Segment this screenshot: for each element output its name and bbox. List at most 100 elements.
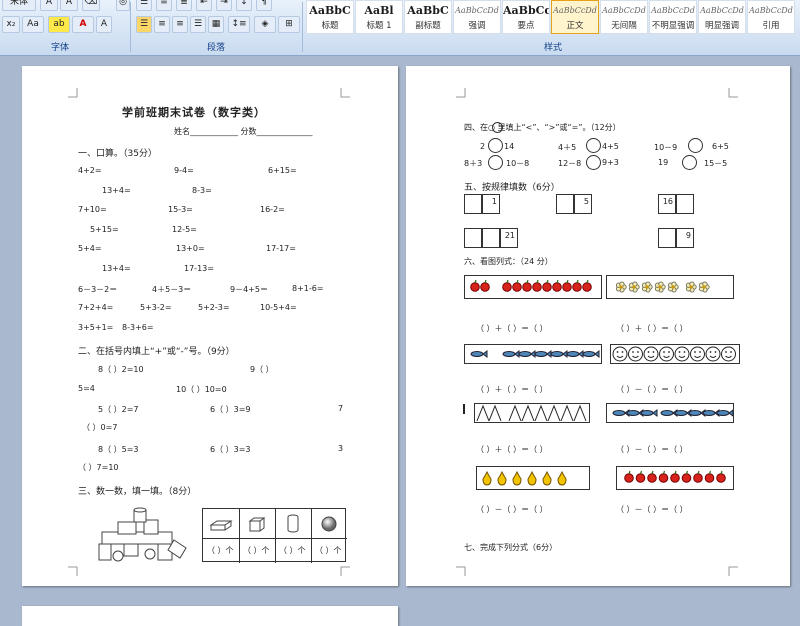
circle-glyph-icon [492, 122, 503, 133]
page-1[interactable]: 学前班期末试卷（数字类） 姓名____________ 分数__________… [22, 66, 398, 586]
distributed-button[interactable]: ▦ [208, 16, 224, 33]
apple-icon [670, 470, 680, 483]
style-2-button[interactable]: AaBl 标题 1 [355, 0, 403, 34]
style-6-button[interactable]: AaBbCcDd 正文 [551, 0, 599, 34]
style-name: 要点 [517, 21, 535, 31]
corner-mark-icon [456, 566, 466, 576]
style-9-button[interactable]: AaBbCcDd 明显强调 [698, 0, 746, 34]
font-grow-button[interactable]: A [40, 0, 58, 11]
shading-button[interactable]: ◈ [254, 16, 276, 33]
bullets-button[interactable]: ☰ [136, 0, 152, 11]
answer-circle[interactable] [488, 138, 503, 153]
style-name: 标题 [321, 21, 339, 31]
formula-add: （ ）＋（ ）＝（ ） [476, 445, 548, 454]
justify-button[interactable]: ☰ [190, 16, 206, 33]
fish-icon [502, 350, 520, 358]
align-right-button[interactable]: ≡ [172, 16, 188, 33]
style-3-button[interactable]: AaBbC 副标题 [404, 0, 452, 34]
count-answer-4: （ ）个 [315, 546, 342, 555]
pear-icon [497, 470, 507, 486]
answer-circle[interactable] [488, 155, 503, 170]
sign-item: 8（ ）2=10 [98, 365, 144, 374]
compare-item: 10－8 [506, 159, 530, 168]
increase-indent-button[interactable]: ⇥ [216, 0, 232, 11]
font-name-dropdown[interactable]: 宋体 [2, 0, 36, 11]
pattern-cell[interactable]: 1 [482, 194, 500, 214]
font-shrink-button[interactable]: A [60, 0, 78, 11]
style-5-button[interactable]: AaBbCcD 要点 [502, 0, 550, 34]
style-10-button[interactable]: AaBbCcDd 引用 [747, 0, 795, 34]
style-name: 标题 1 [366, 21, 392, 31]
style-name: 强调 [468, 21, 486, 31]
apple-icon [693, 470, 703, 483]
cube-icon [248, 517, 266, 532]
align-left-button[interactable]: ☰ [136, 16, 152, 33]
arith-item: 5+15= [90, 224, 119, 234]
arith-item: 4+2= [78, 166, 102, 175]
highlight-button[interactable]: ab [48, 16, 70, 33]
pattern-cell[interactable]: 16 [658, 194, 676, 214]
borders-button[interactable]: ⊞ [278, 16, 300, 33]
formula-sub: （ ）－（ ）＝（ ） [476, 505, 548, 514]
apples-box [616, 466, 734, 490]
font-color-button[interactable]: A [72, 16, 94, 33]
pattern-cell[interactable] [556, 194, 574, 214]
cylinder-icon [287, 514, 299, 533]
apple-icon [658, 470, 669, 483]
decrease-indent-button[interactable]: ⇤ [196, 0, 212, 11]
corner-mark-icon [68, 88, 78, 98]
clear-format-button[interactable]: ⌫ [82, 0, 100, 11]
document-workspace[interactable]: 学前班期末试卷（数字类） 姓名____________ 分数__________… [0, 56, 800, 626]
align-center-button[interactable]: ≡ [154, 16, 170, 33]
multilevel-button[interactable]: ≣ [176, 0, 192, 11]
apple-icon [647, 470, 657, 483]
triangle-icon [573, 404, 587, 422]
style-7-button[interactable]: AaBbCcDd 无间隔 [600, 0, 648, 34]
fish-icon [582, 350, 600, 358]
flower-icon [667, 281, 679, 293]
style-sample: AaBbC [407, 4, 449, 17]
count-answer-2: （ ）个 [243, 546, 270, 555]
flowers-box [606, 275, 734, 299]
formula-sub: （ ）－（ ）＝（ ） [616, 505, 688, 514]
pattern-cell[interactable] [658, 228, 676, 248]
style-4-button[interactable]: AaBbCcDd 强调 [453, 0, 501, 34]
arith-item: 13+4= [102, 185, 131, 195]
change-case-button[interactable]: Aa [22, 16, 44, 33]
pattern-cell[interactable]: 21 [500, 228, 518, 248]
pattern-cell[interactable]: 5 [574, 194, 592, 214]
sign-item: 3 [338, 444, 344, 453]
apples-box [464, 275, 602, 299]
line-spacing-button[interactable]: ↕≡ [228, 16, 250, 33]
pattern-cell[interactable] [482, 228, 500, 248]
corner-mark-icon [728, 566, 738, 576]
answer-circle[interactable] [586, 155, 601, 170]
style-sample: AaBbCcDd [749, 6, 793, 15]
pear-icon [542, 470, 552, 486]
show-marks-button[interactable]: ¶ [256, 0, 272, 11]
answer-circle[interactable] [586, 138, 601, 153]
subscript-button[interactable]: x₂ [2, 16, 20, 33]
section-7-title: 七、完成下列分式（6分） [464, 543, 558, 552]
style-sample: AaBbCcDd [700, 6, 744, 15]
pattern-cell[interactable] [676, 194, 694, 214]
fish-icon [566, 350, 584, 358]
style-1-button[interactable]: AaBbC 标题 [306, 0, 354, 34]
char-border-button[interactable]: A [96, 16, 112, 33]
globe-icon[interactable]: ◎ [116, 0, 130, 11]
apple-icon [572, 279, 582, 292]
pattern-cell[interactable] [464, 194, 482, 214]
style-name: 引用 [762, 21, 780, 31]
answer-circle[interactable] [682, 155, 697, 170]
pattern-cell[interactable]: 9 [676, 228, 694, 248]
smiley-face-icon [690, 346, 705, 362]
answer-circle[interactable] [688, 138, 703, 153]
page-2[interactable]: 四、在○ 里填上“<”、“>”或“=”。（12分） 2 14 4＋5 4+5 10－9 6… [406, 66, 790, 586]
apple-icon [562, 279, 572, 292]
style-8-button[interactable]: AaBbCcDd 不明显强调 [649, 0, 697, 34]
arith-item: 6－3－2＝ [78, 284, 118, 294]
pattern-cell[interactable] [464, 228, 482, 248]
sphere-icon [321, 516, 337, 532]
sort-button[interactable]: ↕ [236, 0, 252, 11]
numbering-button[interactable]: ≡ [156, 0, 172, 11]
